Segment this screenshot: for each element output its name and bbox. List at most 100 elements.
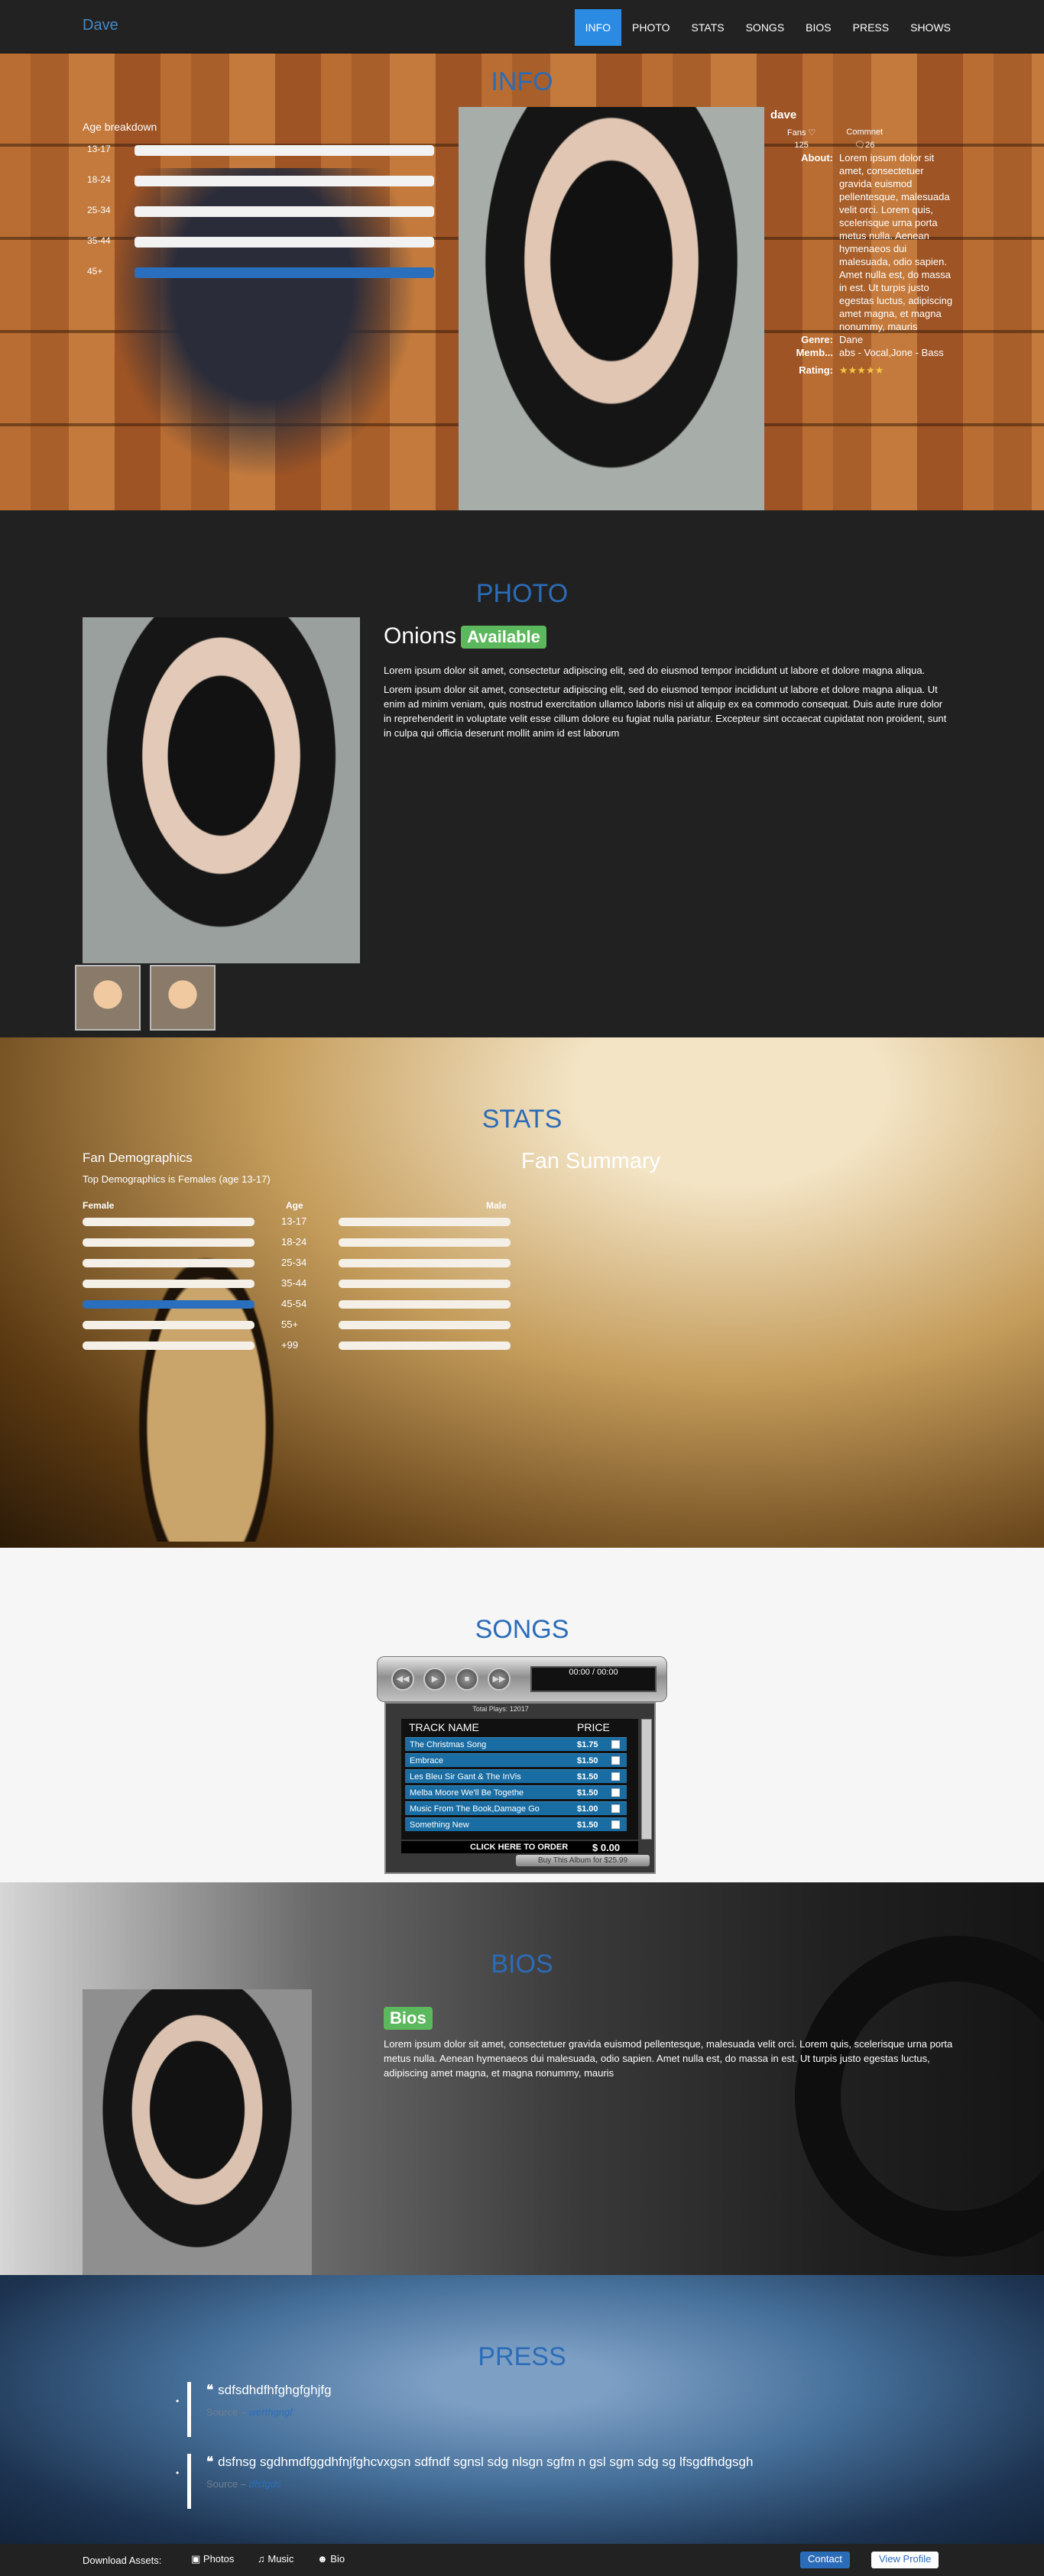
fan-demographics-title: Fan Demographics: [83, 1150, 193, 1165]
photo-thumbnail[interactable]: [75, 965, 141, 1031]
track-checkbox[interactable]: [611, 1756, 620, 1765]
photos-link-label: Photos: [203, 2553, 235, 2565]
age-bar: [135, 145, 434, 156]
age-bar: [135, 176, 434, 186]
photo-heading: Onions Available: [384, 623, 546, 649]
headphones-image: [795, 1936, 1044, 2257]
stats-section: STATS Fan Demographics Top Demographics …: [0, 1037, 1044, 1548]
bios-text: Lorem ipsum dolor sit amet, consectetuer…: [384, 2038, 953, 2079]
track-name: Embrace: [410, 1756, 444, 1765]
download-assets-label: Download Assets:: [83, 2555, 162, 2566]
about-text: Lorem ipsum dolor sit amet, consectetuer…: [839, 152, 953, 332]
track-name-header: TRACK NAME: [409, 1721, 479, 1733]
stats-row: 35-44: [83, 1277, 511, 1292]
track-price: $1.50: [577, 1772, 598, 1782]
age-label: 55+: [281, 1319, 299, 1330]
user-icon: ☻: [317, 2553, 331, 2565]
playlist-panel: Total Plays: 12017 TRACK NAME PRICE The …: [384, 1702, 656, 1874]
bios-photo: [83, 1989, 312, 2275]
stats-row: 55+: [83, 1318, 511, 1333]
order-button[interactable]: CLICK HERE TO ORDER: [470, 1843, 568, 1852]
bios-title: BIOS: [491, 1950, 553, 1979]
contact-button[interactable]: Contact: [800, 2552, 850, 2568]
age-label: 13-17: [281, 1215, 307, 1227]
previous-icon[interactable]: ◀◀: [391, 1668, 414, 1691]
track-row[interactable]: Embrace $1.50: [405, 1753, 627, 1767]
photo-name: Onions: [384, 623, 457, 649]
track-row[interactable]: Les Bleu Sir Gant & The InVis $1.50: [405, 1769, 627, 1783]
female-bar: [83, 1321, 255, 1329]
stats-row: 13-17: [83, 1215, 511, 1230]
male-bar: [339, 1238, 511, 1247]
quote-source-link[interactable]: dfsfgds: [249, 2478, 281, 2490]
track-name: The Christmas Song: [410, 1740, 487, 1749]
track-row[interactable]: Music From The Book,Damage Go $1.00: [405, 1801, 627, 1815]
bio-link[interactable]: ☻ Bio: [317, 2553, 345, 2565]
track-price: $1.75: [577, 1740, 598, 1749]
photo-thumbnail[interactable]: [150, 965, 216, 1031]
buy-album-button[interactable]: Buy This Album for $25.99: [516, 1855, 650, 1866]
track-price: $1.50: [577, 1788, 598, 1798]
playlist-scrollbar[interactable]: [641, 1719, 652, 1840]
female-bar: [83, 1218, 255, 1226]
track-name: Something New: [410, 1820, 469, 1830]
nav-item-bios[interactable]: BIOS: [795, 9, 841, 46]
view-profile-button[interactable]: View Profile: [871, 2552, 939, 2568]
female-bar: [83, 1341, 255, 1350]
photos-link[interactable]: ▣ Photos: [191, 2553, 234, 2565]
quote-source-prefix: Source –: [206, 2478, 247, 2490]
fans-count: 125: [794, 141, 809, 150]
time-display-text: 00:00 / 00:00: [569, 1668, 618, 1677]
nav-item-press[interactable]: PRESS: [842, 9, 900, 46]
age-label: 25-34: [281, 1257, 307, 1268]
next-icon[interactable]: ▶▶: [488, 1668, 511, 1691]
press-quote: ❝ dsfnsg sgdhmdfggdhfnjfghcvxgsn sdfndf s…: [187, 2454, 875, 2509]
track-row[interactable]: The Christmas Song $1.75: [405, 1737, 627, 1751]
male-bar: [339, 1259, 511, 1267]
genre-value: Dane: [839, 334, 864, 345]
male-bar: [339, 1321, 511, 1329]
track-checkbox[interactable]: [611, 1804, 620, 1813]
stats-row: +99: [83, 1338, 511, 1354]
comment-icon[interactable]: 🗨: [854, 141, 865, 150]
order-bar[interactable]: CLICK HERE TO ORDER $ 0.00: [401, 1841, 638, 1853]
age-label: 13-17: [87, 144, 111, 154]
female-column-header: Female: [83, 1200, 115, 1211]
list-bullet: •: [176, 2396, 180, 2406]
track-row[interactable]: Something New $1.50: [405, 1817, 627, 1831]
brand-link[interactable]: Dave: [83, 17, 118, 34]
age-row: 25-34: [83, 203, 434, 218]
info-section: INFO Age breakdown 13-17 18-24 25-34 35-…: [0, 53, 1044, 510]
music-link[interactable]: ♫ Music: [258, 2553, 293, 2565]
age-label: 25-34: [87, 205, 111, 215]
age-label: 18-24: [281, 1236, 307, 1248]
age-label: 35-44: [87, 235, 111, 246]
nav-item-songs[interactable]: SONGS: [735, 9, 796, 46]
track-price: $1.00: [577, 1804, 598, 1814]
info-title: INFO: [491, 67, 553, 96]
total-plays: Total Plays: 12017: [472, 1705, 529, 1713]
stats-title: STATS: [481, 1105, 563, 1134]
artist-photo: [459, 107, 764, 510]
track-checkbox[interactable]: [611, 1772, 620, 1781]
comment-count: 26: [865, 141, 875, 150]
nav-item-stats[interactable]: STATS: [681, 9, 735, 46]
stop-icon[interactable]: ■: [456, 1668, 478, 1691]
rating-stars[interactable]: ★★★★★: [839, 364, 954, 377]
photo-paragraph: Lorem ipsum dolor sit amet, consectetur …: [384, 684, 947, 739]
play-icon[interactable]: ▶: [423, 1668, 446, 1691]
male-bar: [339, 1218, 511, 1226]
fan-summary-title: Fan Summary: [521, 1149, 661, 1173]
track-row[interactable]: Melba Moore We'll Be Togethe $1.50: [405, 1785, 627, 1799]
heart-icon[interactable]: ♡: [809, 128, 816, 138]
nav-item-shows[interactable]: SHOWS: [900, 9, 961, 46]
quote-source-link[interactable]: werthgngf: [249, 2406, 293, 2418]
track-checkbox[interactable]: [611, 1788, 620, 1797]
track-checkbox[interactable]: [611, 1820, 620, 1829]
bios-heading: Bios: [384, 2007, 433, 2030]
track-checkbox[interactable]: [611, 1740, 620, 1749]
nav-item-photo[interactable]: PHOTO: [621, 9, 681, 46]
members-value: abs - Vocal,Jone - Bass: [839, 347, 944, 358]
age-label: +99: [281, 1339, 299, 1351]
nav-item-info[interactable]: INFO: [574, 9, 622, 46]
